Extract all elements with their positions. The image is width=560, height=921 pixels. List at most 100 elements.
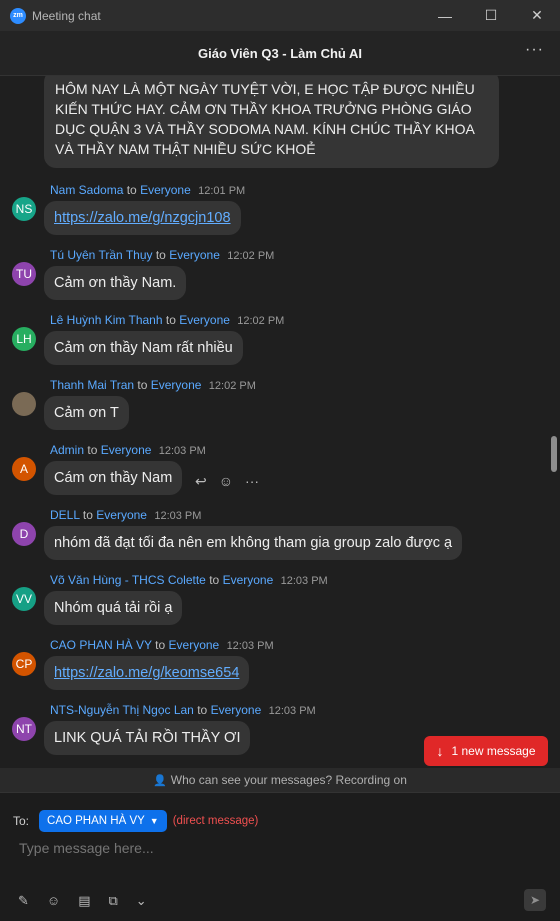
to-label: to xyxy=(197,703,208,717)
recipient-name: Everyone xyxy=(179,313,230,327)
avatar: NS xyxy=(12,197,36,221)
new-message-label: 1 new message xyxy=(451,744,536,758)
new-message-button[interactable]: ↓ 1 new message xyxy=(424,736,548,766)
avatar: VV xyxy=(12,587,36,611)
emoji-icon[interactable]: ☺ xyxy=(47,893,60,909)
file-icon[interactable]: ▤ xyxy=(78,893,90,909)
format-icon[interactable]: ✎ xyxy=(18,893,29,909)
chat-scrollbar[interactable] xyxy=(550,76,558,768)
recipient-name: Everyone xyxy=(210,703,262,717)
close-button[interactable]: ✕ xyxy=(514,0,560,31)
arrow-down-icon: ↓ xyxy=(436,743,444,759)
send-button[interactable]: ➤ xyxy=(524,889,546,911)
recipient-row: To: CAO PHAN HÀ VY ▼ (direct message) xyxy=(13,810,258,832)
sender-name[interactable]: Võ Văn Hùng - THCS Colette xyxy=(50,573,206,587)
chevron-down-icon: ▼ xyxy=(149,816,159,826)
sender-name[interactable]: Nam Sadoma xyxy=(50,183,123,197)
window-controls: — ☐ ✕ xyxy=(422,0,560,31)
message-bubble: https://zalo.me/g/nzgcjn108 xyxy=(44,201,241,235)
message-bubble: Cảm ơn thầy Nam rất nhiều xyxy=(44,331,243,365)
recipient-name: Everyone xyxy=(96,508,147,522)
message-meta: Võ Văn Hùng - THCS Colette to Everyone 1… xyxy=(50,573,328,587)
title-bar: zm Meeting chat — ☐ ✕ xyxy=(0,0,560,31)
message-meta: Admin to Everyone 12:03 PM xyxy=(50,443,206,457)
sender-name[interactable]: NTS-Nguyễn Thị Ngọc Lan xyxy=(50,703,194,717)
minimize-button[interactable]: — xyxy=(422,0,468,31)
message-time: 12:02 PM xyxy=(227,250,275,262)
sender-name[interactable]: Tú Uyên Trần Thụy xyxy=(50,248,153,262)
message-time: 12:03 PM xyxy=(268,705,316,717)
message-item: D DELL to Everyone 12:03 PM nhóm đã đạt … xyxy=(0,508,548,572)
privacy-notice[interactable]: 👤 Who can see your messages? Recording o… xyxy=(0,768,560,792)
chat-messages[interactable]: HÔM NAY LÀ MỘT NGÀY TUYỆT VỜI, E HỌC TẬP… xyxy=(0,76,548,768)
message-item: A Admin to Everyone 12:03 PM Cám ơn thầy… xyxy=(0,443,548,507)
recipient-name: Everyone xyxy=(169,248,220,262)
message-bubble: nhóm đã đạt tối đa nên em không tham gia… xyxy=(44,526,463,560)
add-emoji-icon[interactable]: ☺ xyxy=(219,473,233,490)
message-bubble: HÔM NAY LÀ MỘT NGÀY TUYỆT VỜI, E HỌC TẬP… xyxy=(44,76,499,168)
message-meta: Nam Sadoma to Everyone 12:01 PM xyxy=(50,183,245,197)
avatar: TU xyxy=(12,262,36,286)
sender-name[interactable]: DELL xyxy=(50,508,80,522)
message-bubble: https://zalo.me/g/keomse654 xyxy=(44,656,250,690)
compose-toolbar: ✎ ☺ ▤ ⧉ ⌄ xyxy=(18,893,147,909)
recipient-name: Everyone xyxy=(150,378,202,392)
to-label: to xyxy=(87,443,98,457)
message-meta: DELL to Everyone 12:03 PM xyxy=(50,508,201,522)
message-link[interactable]: https://zalo.me/g/keomse654 xyxy=(54,665,239,681)
sender-name[interactable]: Lê Huỳnh Kim Thanh xyxy=(50,313,163,327)
message-item: TU Tú Uyên Trần Thụy to Everyone 12:02 P… xyxy=(0,248,548,312)
scroll-thumb[interactable] xyxy=(551,436,557,472)
recipient-name: Everyone xyxy=(140,183,191,197)
recipient-name: Everyone xyxy=(222,573,274,587)
message-item: CP CAO PHAN HÀ VY to Everyone 12:03 PM h… xyxy=(0,638,548,702)
avatar: NT xyxy=(12,717,36,741)
to-label: to xyxy=(155,638,166,652)
message-bubble: Cảm ơn thầy Nam. xyxy=(44,266,187,300)
message-item: VV Võ Văn Hùng - THCS Colette to Everyon… xyxy=(0,573,548,637)
message-time: 12:03 PM xyxy=(158,445,206,457)
message-bubble: Nhóm quá tải rồi ạ xyxy=(44,591,183,625)
message-time: 12:03 PM xyxy=(226,640,274,652)
to-label: to xyxy=(82,508,93,522)
to-label: to xyxy=(209,573,220,587)
message-meta: Thanh Mai Tran to Everyone 12:02 PM xyxy=(50,378,256,392)
message-link[interactable]: https://zalo.me/g/nzgcjn108 xyxy=(54,210,231,226)
to-label: to xyxy=(137,378,148,392)
message-time: 12:01 PM xyxy=(198,185,246,197)
recipient-name: CAO PHAN HÀ VY xyxy=(47,815,145,827)
message-item: Thanh Mai Tran to Everyone 12:02 PM Cảm … xyxy=(0,378,548,442)
screenshot-icon[interactable]: ⧉ xyxy=(108,893,117,909)
meeting-title: Giáo Viên Q3 - Làm Chủ AI xyxy=(198,45,362,61)
reply-icon[interactable]: ↩ xyxy=(195,473,207,490)
chevron-down-icon[interactable]: ⌄ xyxy=(136,893,147,909)
message-meta: Lê Huỳnh Kim Thanh to Everyone 12:02 PM xyxy=(50,313,284,327)
recipient-dropdown[interactable]: CAO PHAN HÀ VY ▼ xyxy=(39,810,167,832)
message-time: 12:03 PM xyxy=(154,510,202,522)
message-bubble: LINK QUÁ TẢI RỒI THẦY ƠI xyxy=(44,721,251,755)
message-item: NS Nam Sadoma to Everyone 12:01 PM https… xyxy=(0,183,548,247)
to-label: To: xyxy=(13,814,30,828)
avatar: D xyxy=(12,522,36,546)
sender-name[interactable]: Thanh Mai Tran xyxy=(50,378,134,392)
recipient-name: Everyone xyxy=(100,443,152,457)
avatar: LH xyxy=(12,327,36,351)
to-label: to xyxy=(126,183,137,197)
message-meta: CAO PHAN HÀ VY to Everyone 12:03 PM xyxy=(50,638,274,652)
to-label: to xyxy=(155,248,166,262)
more-options-icon[interactable]: ··· xyxy=(525,41,544,59)
sender-name[interactable]: CAO PHAN HÀ VY xyxy=(50,638,152,652)
message-actions: ↩ ☺ ··· xyxy=(195,473,259,490)
chat-header: Giáo Viên Q3 - Làm Chủ AI ··· xyxy=(0,31,560,76)
sender-name[interactable]: Admin xyxy=(50,443,84,457)
to-label: to xyxy=(165,313,176,327)
message-input[interactable] xyxy=(17,839,521,857)
maximize-button[interactable]: ☐ xyxy=(468,0,514,31)
recipient-name: Everyone xyxy=(168,638,220,652)
message-time: 12:02 PM xyxy=(237,315,285,327)
message-time: 12:02 PM xyxy=(208,380,256,392)
direct-message-note: (direct message) xyxy=(172,815,259,827)
message-bubble: Cảm ơn T xyxy=(44,396,129,430)
more-actions-icon[interactable]: ··· xyxy=(245,473,259,490)
avatar xyxy=(12,392,36,416)
